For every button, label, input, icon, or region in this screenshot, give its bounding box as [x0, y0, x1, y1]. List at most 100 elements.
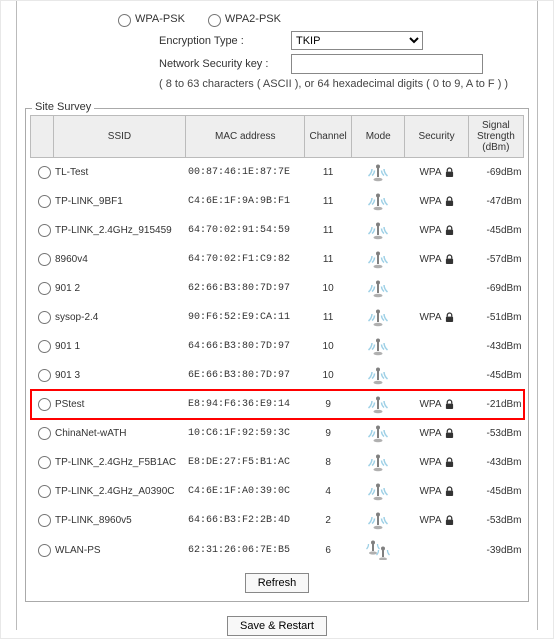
save-restart-button[interactable]: Save & Restart: [227, 616, 327, 636]
mac-cell: E8:DE:27:F5:B1:AC: [186, 448, 305, 477]
site-survey-table: SSID MAC address Channel Mode Security S…: [30, 115, 524, 565]
network-key-note: ( 8 to 63 characters ( ASCII ), or 64 he…: [159, 78, 508, 90]
ssid-cell: TP-LINK_2.4GHz_915459: [53, 216, 186, 245]
select-ap-radio[interactable]: [38, 224, 51, 237]
select-ap-radio[interactable]: [38, 456, 51, 469]
channel-cell: 11: [305, 158, 352, 188]
channel-cell: 11: [305, 245, 352, 274]
rssi-cell: -53dBm: [468, 419, 523, 448]
encryption-type-select[interactable]: TKIP: [291, 31, 423, 50]
ssid-cell: TP-LINK_2.4GHz_A0390C: [53, 477, 186, 506]
channel-cell: 11: [305, 187, 352, 216]
table-row: PStestE8:94:F6:36:E9:149WPA-21dBm: [31, 390, 524, 419]
select-ap-radio[interactable]: [38, 427, 51, 440]
select-ap-radio[interactable]: [38, 195, 51, 208]
security-section: WPA-PSK WPA2-PSK Encryption Type : TKIP …: [17, 1, 537, 104]
wifi-mode-icon: [368, 338, 388, 356]
mac-cell: C4:6E:1F:9A:9B:F1: [186, 187, 305, 216]
channel-cell: 8: [305, 448, 352, 477]
table-row: TP-LINK_8960v564:66:B3:F2:2B:4D2WPA-53dB…: [31, 506, 524, 535]
table-row: TP-LINK_9BF1C4:6E:1F:9A:9B:F111WPA-47dBm: [31, 187, 524, 216]
wifi-mode-icon: [368, 483, 388, 501]
mode-cell: [352, 187, 405, 216]
select-ap-radio[interactable]: [38, 282, 51, 295]
mode-cell: [352, 332, 405, 361]
select-ap-radio[interactable]: [38, 485, 51, 498]
ssid-cell: WLAN-PS: [53, 535, 186, 565]
network-key-input[interactable]: [291, 54, 483, 74]
mode-cell: [352, 245, 405, 274]
col-security: Security: [405, 116, 468, 158]
table-row: 901 164:66:B3:80:7D:9710-43dBm: [31, 332, 524, 361]
wifi-mode-icon: [368, 396, 388, 414]
security-cell: [405, 332, 468, 361]
mac-cell: 64:70:02:F1:C9:82: [186, 245, 305, 274]
wifi-mode-icon: [368, 222, 388, 240]
rssi-cell: -43dBm: [468, 448, 523, 477]
refresh-button[interactable]: Refresh: [245, 573, 310, 593]
ssid-cell: TL-Test: [53, 158, 186, 188]
channel-cell: 10: [305, 274, 352, 303]
wpa-psk-option[interactable]: WPA-PSK: [113, 11, 185, 27]
rssi-cell: -57dBm: [468, 245, 523, 274]
rssi-cell: -69dBm: [468, 274, 523, 303]
lock-icon: [445, 515, 454, 526]
ssid-cell: 901 1: [53, 332, 186, 361]
wpa2-psk-option[interactable]: WPA2-PSK: [203, 11, 281, 27]
wifi-mode-icon: [368, 425, 388, 443]
channel-cell: 10: [305, 332, 352, 361]
col-mac: MAC address: [186, 116, 305, 158]
mode-cell: [352, 390, 405, 419]
rssi-cell: -45dBm: [468, 477, 523, 506]
select-ap-radio[interactable]: [38, 340, 51, 353]
table-row: TL-Test00:87:46:1E:87:7E11WPA-69dBm: [31, 158, 524, 188]
select-ap-radio[interactable]: [38, 369, 51, 382]
ssid-cell: 8960v4: [53, 245, 186, 274]
security-cell: WPA: [405, 303, 468, 332]
select-ap-radio[interactable]: [38, 253, 51, 266]
channel-cell: 9: [305, 419, 352, 448]
mac-cell: C4:6E:1F:A0:39:0C: [186, 477, 305, 506]
channel-cell: 11: [305, 303, 352, 332]
rssi-cell: -53dBm: [468, 506, 523, 535]
security-text: WPA: [419, 167, 441, 178]
wifi-mode-icon: [368, 164, 388, 182]
table-row: sysop-2.490:F6:52:E9:CA:1111WPA-51dBm: [31, 303, 524, 332]
table-row: 8960v464:70:02:F1:C9:8211 WPA -57dBm: [31, 245, 524, 274]
security-text: WPA: [419, 312, 441, 323]
mode-cell: [352, 477, 405, 506]
col-select: [31, 116, 54, 158]
lock-icon: [445, 254, 454, 265]
wifi-mode-icon: [368, 251, 388, 269]
rssi-cell: -21dBm: [468, 390, 523, 419]
lock-icon: [445, 225, 454, 236]
table-row: TP-LINK_2.4GHz_A0390CC4:6E:1F:A0:39:0C4W…: [31, 477, 524, 506]
select-ap-radio[interactable]: [38, 398, 51, 411]
channel-cell: 6: [305, 535, 352, 565]
table-row: WLAN-PS62:31:26:06:7E:B56-39dBm: [31, 535, 524, 565]
security-text: WPA: [419, 254, 441, 265]
wifi-mode-icon: [368, 309, 388, 327]
security-cell: WPA: [405, 419, 468, 448]
security-cell: WPA: [405, 506, 468, 535]
lock-icon: [445, 457, 454, 468]
mac-cell: 64:66:B3:F2:2B:4D: [186, 506, 305, 535]
rssi-cell: -69dBm: [468, 158, 523, 188]
select-ap-radio[interactable]: [38, 544, 51, 557]
network-key-label: Network Security key :: [159, 58, 291, 70]
select-ap-radio[interactable]: [38, 311, 51, 324]
select-ap-radio[interactable]: [38, 166, 51, 179]
wpa-psk-label: WPA-PSK: [135, 13, 185, 25]
security-text: WPA: [419, 457, 441, 468]
wifi-mode-icon: [368, 512, 388, 530]
rssi-cell: -39dBm: [468, 535, 523, 565]
wpa-psk-radio[interactable]: [118, 14, 131, 27]
lock-icon: [445, 486, 454, 497]
security-cell: [405, 361, 468, 390]
security-cell: WPA: [405, 216, 468, 245]
channel-cell: 4: [305, 477, 352, 506]
lock-icon: [445, 399, 454, 410]
select-ap-radio[interactable]: [38, 514, 51, 527]
channel-cell: 9: [305, 390, 352, 419]
wpa2-psk-radio[interactable]: [208, 14, 221, 27]
